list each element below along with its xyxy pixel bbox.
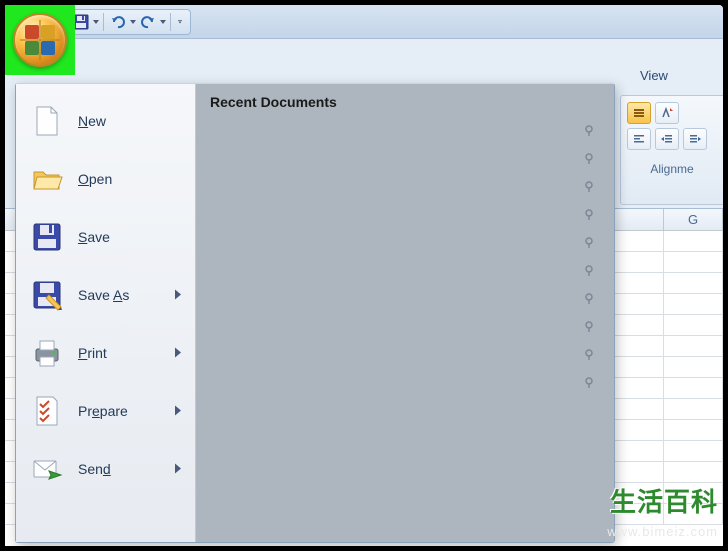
menu-save-label: Save [78, 229, 110, 245]
save-disk-icon [30, 220, 64, 254]
recent-document-slot[interactable] [210, 174, 600, 202]
align-middle-button[interactable] [627, 102, 651, 124]
send-icon [30, 452, 64, 486]
menu-print-label: Print [78, 345, 107, 361]
align-left-button[interactable] [627, 128, 651, 150]
watermark-brand: 生活百科 [610, 482, 718, 519]
recent-document-slot[interactable] [210, 258, 600, 286]
divider [103, 13, 104, 31]
pin-icon[interactable] [582, 208, 596, 225]
app-window: View Alignme G [5, 5, 723, 546]
tab-view[interactable]: View [625, 63, 683, 90]
menu-open[interactable]: Open [20, 150, 191, 208]
qat-save-dropdown[interactable] [92, 20, 100, 24]
recent-documents-title: Recent Documents [210, 94, 600, 110]
prepare-icon [30, 394, 64, 428]
column-header-g[interactable]: G [664, 209, 723, 230]
menu-save-as-label: Save As [78, 287, 129, 303]
qat-redo-dropdown[interactable] [159, 20, 167, 24]
watermark-url: www.bimeiz.com [607, 524, 718, 539]
ribbon-tabs: View [625, 63, 683, 90]
recent-document-slot[interactable] [210, 286, 600, 314]
increase-indent-button[interactable] [683, 128, 707, 150]
menu-prepare-label: Prepare [78, 403, 128, 419]
menu-new-label: New [78, 113, 106, 129]
ribbon-group-label: Alignme [627, 162, 717, 176]
recent-document-slot[interactable] [210, 314, 600, 342]
divider [170, 13, 171, 31]
recent-document-slot[interactable] [210, 230, 600, 258]
orientation-button[interactable] [655, 102, 679, 124]
chevron-right-icon [175, 288, 181, 303]
pin-icon[interactable] [582, 124, 596, 141]
chevron-right-icon [175, 346, 181, 361]
menu-print[interactable]: Print [20, 324, 191, 382]
chevron-right-icon [175, 462, 181, 477]
qat-customize-dropdown[interactable] [174, 20, 186, 24]
pin-icon[interactable] [582, 180, 596, 197]
pin-icon[interactable] [582, 320, 596, 337]
undo-icon [110, 14, 126, 30]
office-button[interactable] [13, 13, 67, 67]
new-file-icon [30, 104, 64, 138]
quick-access-toolbar [65, 9, 191, 35]
office-menu-left: New Open Save Save As [16, 84, 196, 542]
pin-icon[interactable] [582, 376, 596, 393]
pin-icon[interactable] [582, 152, 596, 169]
qat-redo-button[interactable] [137, 11, 159, 33]
menu-new[interactable]: New [20, 92, 191, 150]
recent-document-slot[interactable] [210, 118, 600, 146]
menu-send-label: Send [78, 461, 111, 477]
menu-send[interactable]: Send [20, 440, 191, 498]
qat-undo-dropdown[interactable] [129, 20, 137, 24]
chevron-right-icon [175, 404, 181, 419]
recent-document-slot[interactable] [210, 370, 600, 398]
qat-undo-button[interactable] [107, 11, 129, 33]
open-folder-icon [30, 162, 64, 196]
pin-icon[interactable] [582, 348, 596, 365]
decrease-indent-button[interactable] [655, 128, 679, 150]
redo-icon [140, 14, 156, 30]
office-logo-icon [25, 25, 39, 39]
pin-icon[interactable] [582, 264, 596, 281]
save-as-icon [30, 278, 64, 312]
ribbon-group-alignment: Alignme [620, 95, 723, 205]
recent-document-slot[interactable] [210, 146, 600, 174]
pin-icon[interactable] [582, 236, 596, 253]
pin-icon[interactable] [582, 292, 596, 309]
menu-save[interactable]: Save [20, 208, 191, 266]
recent-documents-list [210, 118, 600, 398]
menu-prepare[interactable]: Prepare [20, 382, 191, 440]
office-menu: New Open Save Save As [15, 83, 615, 543]
office-button-highlight [5, 5, 75, 75]
recent-document-slot[interactable] [210, 342, 600, 370]
save-icon [73, 14, 89, 30]
recent-document-slot[interactable] [210, 202, 600, 230]
menu-save-as[interactable]: Save As [20, 266, 191, 324]
title-bar [5, 5, 723, 39]
menu-open-label: Open [78, 171, 112, 187]
recent-documents-panel: Recent Documents [196, 84, 614, 542]
print-icon [30, 336, 64, 370]
